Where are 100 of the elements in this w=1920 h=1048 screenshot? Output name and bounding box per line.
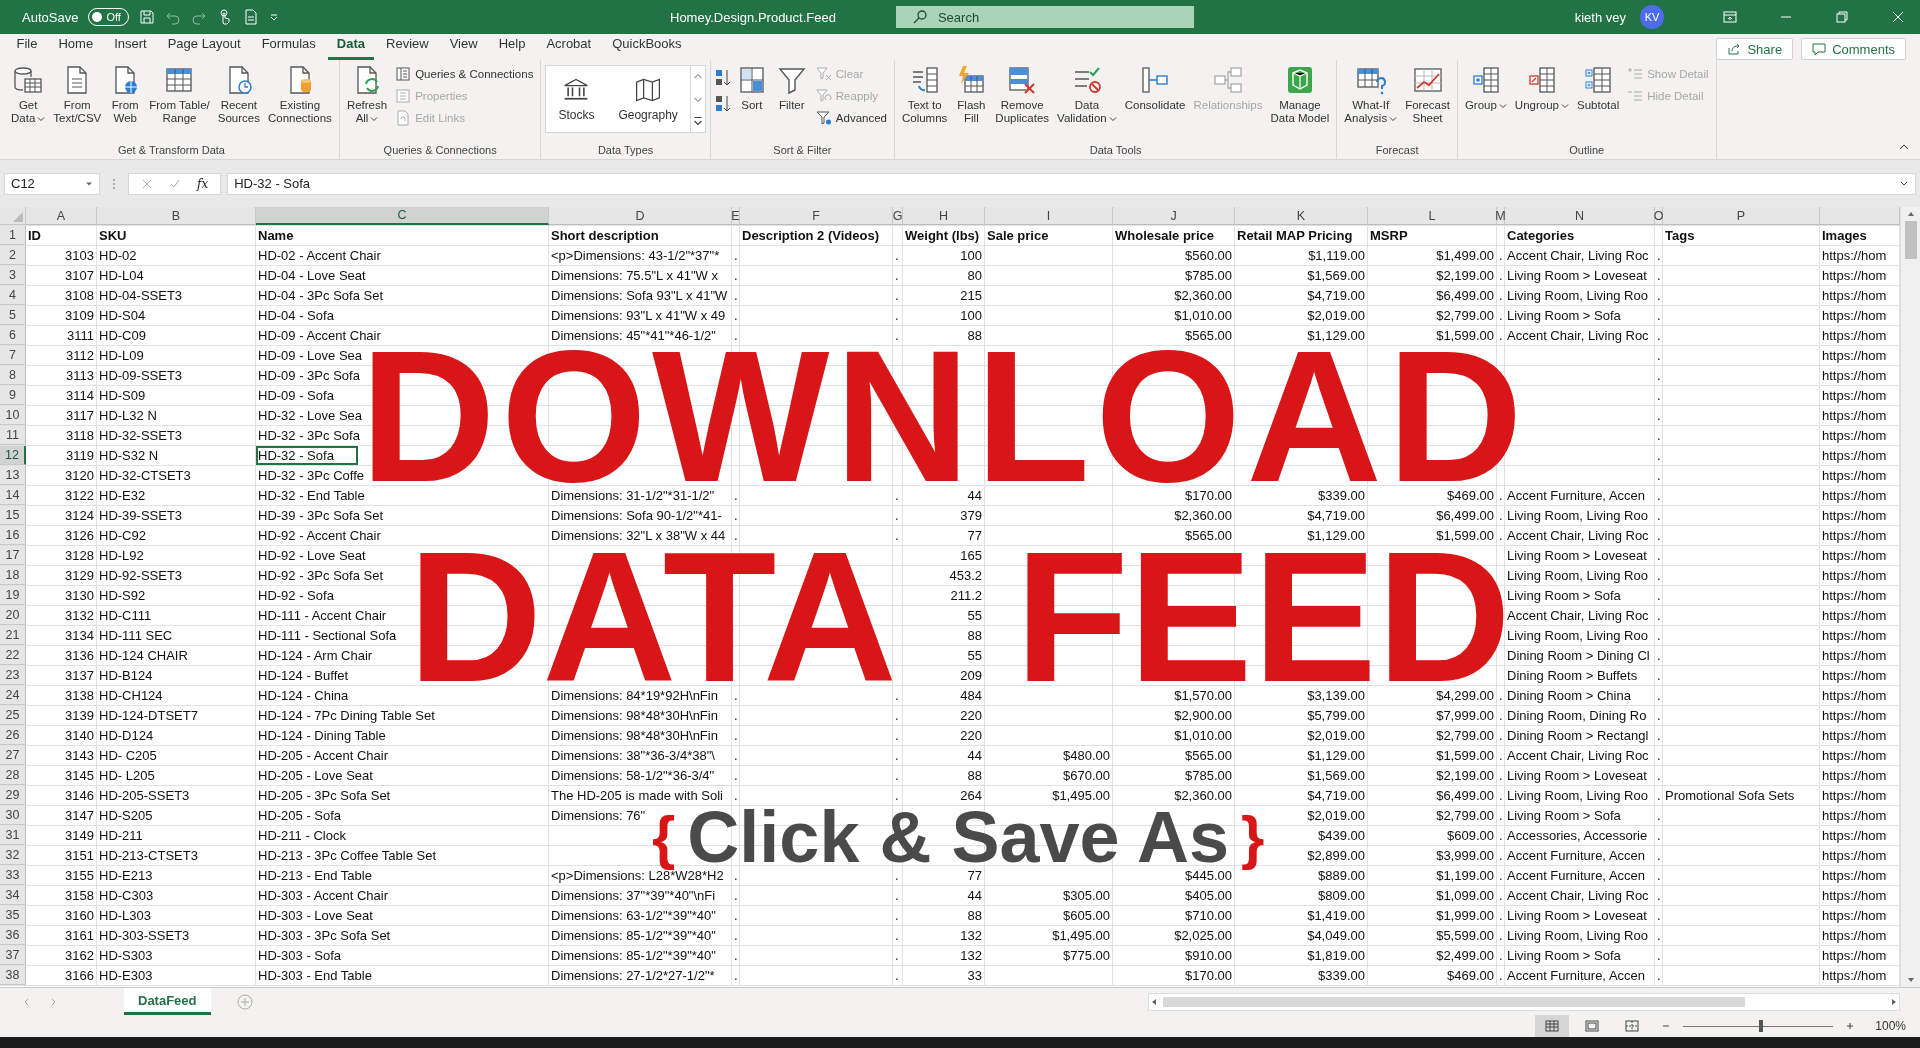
row-header[interactable]: 10 <box>0 406 26 425</box>
table-cell[interactable]: $560.00 <box>1185 248 1232 263</box>
table-cell[interactable]: $1,599.00 <box>1436 528 1494 543</box>
table-cell[interactable]: $2,199.00 <box>1436 268 1494 283</box>
ribbon-button[interactable]: What-If Analysis <box>1341 62 1401 127</box>
table-cell[interactable]: 3114 <box>66 388 94 403</box>
row-header[interactable]: 25 <box>0 706 26 725</box>
row-header[interactable]: 34 <box>0 886 26 905</box>
table-cell[interactable]: $2,360.00 <box>1174 508 1232 523</box>
table-cell[interactable]: Living Room > Loveseat <box>1507 768 1647 783</box>
table-cell[interactable]: $4,299.00 <box>1436 688 1494 703</box>
table-cell[interactable]: . <box>1499 868 1503 883</box>
table-cell[interactable]: HD-124 - Dining Table <box>258 728 386 743</box>
table-cell[interactable]: HD-92 - Sofa <box>258 588 334 603</box>
table-cell[interactable]: HD-303 - 3Pc Sofa Set <box>258 928 391 943</box>
table-cell[interactable]: Dimensions: 27-1/2*27-1/2"* <box>551 968 715 983</box>
table-cell[interactable]: HD-32 - Sofa <box>258 448 334 463</box>
table-cell[interactable]: HD-205 - Sofa <box>258 808 342 823</box>
table-cell[interactable]: 3128 <box>65 548 94 563</box>
table-cell[interactable]: 3112 <box>66 348 94 363</box>
table-cell[interactable]: Accent Chair, Living Roc <box>1507 888 1649 903</box>
table-cell[interactable]: . <box>1657 328 1661 343</box>
ribbon-button[interactable]: Ungroup <box>1511 62 1572 114</box>
table-cell[interactable]: . <box>1657 688 1661 703</box>
table-cell[interactable]: . <box>895 688 899 703</box>
table-cell[interactable]: 88 <box>967 768 982 783</box>
table-cell[interactable]: . <box>1499 968 1503 983</box>
table-cell[interactable]: $469.00 <box>1447 968 1494 983</box>
ribbon-button[interactable]: Remove Duplicates <box>992 62 1053 127</box>
table-cell[interactable]: 33 <box>967 968 982 983</box>
menu-tab[interactable]: Insert <box>105 32 156 60</box>
table-cell[interactable]: 88 <box>967 328 982 343</box>
table-cell[interactable]: . <box>1657 708 1661 723</box>
table-cell[interactable]: https://hom <box>1822 688 1887 703</box>
table-cell[interactable]: . <box>1657 828 1661 843</box>
table-cell[interactable]: $405.00 <box>1185 888 1232 903</box>
table-cell[interactable]: . <box>895 308 899 323</box>
table-cell[interactable]: $2,900.00 <box>1174 708 1232 723</box>
table-cell[interactable]: 3126 <box>65 528 94 543</box>
table-cell[interactable]: HD-213-CTSET3 <box>99 848 198 863</box>
table-cell[interactable]: https://hom <box>1822 648 1887 663</box>
row-header[interactable]: 1 <box>0 226 26 245</box>
table-cell[interactable]: . <box>1657 928 1661 943</box>
table-cell[interactable]: HD-09 - Love Sea <box>258 348 363 363</box>
table-cell[interactable]: $2,360.00 <box>1174 788 1232 803</box>
table-cell[interactable]: . <box>1499 828 1503 843</box>
table-cell[interactable]: Living Room > Loveseat <box>1507 268 1647 283</box>
table-cell[interactable]: HD-CH124 <box>99 688 163 703</box>
column-header[interactable]: F <box>740 207 893 225</box>
table-cell[interactable]: . <box>1657 448 1661 463</box>
table-cell[interactable]: . <box>734 248 738 263</box>
table-cell[interactable]: https://hom <box>1822 748 1887 763</box>
table-cell[interactable]: 3145 <box>65 768 94 783</box>
column-header[interactable]: P <box>1663 207 1820 225</box>
table-cell[interactable]: 132 <box>960 928 982 943</box>
table-cell[interactable]: HD-C303 <box>99 888 154 903</box>
row-header[interactable]: 33 <box>0 866 26 885</box>
row-header[interactable]: 9 <box>0 386 26 405</box>
table-cell[interactable]: $3,139.00 <box>1307 688 1365 703</box>
table-cell[interactable]: HD-124 - Arm Chair <box>258 648 373 663</box>
row-header[interactable]: 35 <box>0 906 26 925</box>
table-cell[interactable]: HD-04-SSET3 <box>99 288 183 303</box>
row-header[interactable]: 31 <box>0 826 26 845</box>
table-cell[interactable]: Living Room, Living Roo <box>1507 568 1648 583</box>
table-cell[interactable]: https://hom <box>1822 468 1887 483</box>
user-name[interactable]: kieth vey <box>1574 9 1626 25</box>
table-cell[interactable]: HD-303 - Love Seat <box>258 908 373 923</box>
vertical-scrollbar[interactable] <box>1900 207 1920 987</box>
column-header[interactable]: J <box>1113 207 1235 225</box>
column-header[interactable]: N <box>1505 207 1655 225</box>
table-cell[interactable]: $1,199.00 <box>1436 868 1494 883</box>
ribbon-button[interactable]: From Text/CSV <box>50 62 105 127</box>
table-cell[interactable]: Dimensions: 31-1/2"*31-1/2" <box>551 488 715 503</box>
table-cell[interactable]: Accent Chair, Living Roc <box>1507 528 1649 543</box>
table-cell[interactable]: 165 <box>960 548 982 563</box>
ribbon-button[interactable]: Data Validation <box>1054 62 1120 127</box>
table-cell[interactable]: https://hom <box>1822 888 1887 903</box>
menu-tab[interactable]: View <box>441 32 487 60</box>
table-cell[interactable]: Living Room > Sofa <box>1507 308 1621 323</box>
row-header[interactable]: 18 <box>0 566 26 585</box>
table-cell[interactable]: https://hom <box>1822 728 1887 743</box>
table-cell[interactable]: 3122 <box>65 488 94 503</box>
table-cell[interactable]: https://hom <box>1822 708 1887 723</box>
table-cell[interactable]: . <box>734 748 738 763</box>
table-cell[interactable]: 3166 <box>65 968 94 983</box>
ribbon-button[interactable]: Filter <box>772 62 811 114</box>
table-cell[interactable]: . <box>1657 648 1661 663</box>
table-cell[interactable]: https://hom <box>1822 268 1887 283</box>
table-cell[interactable]: 3108 <box>65 288 94 303</box>
table-cell[interactable]: 3138 <box>65 688 94 703</box>
table-cell[interactable]: 3151 <box>65 848 94 863</box>
table-cell[interactable]: HD-04 - Sofa <box>258 308 334 323</box>
table-cell[interactable]: 3111 <box>67 328 94 343</box>
table-cell[interactable]: 3103 <box>65 248 94 263</box>
table-cell[interactable]: $2,899.00 <box>1307 848 1365 863</box>
table-cell[interactable]: https://hom <box>1822 528 1887 543</box>
document-icon[interactable] <box>242 9 259 25</box>
table-cell[interactable]: $1,119.00 <box>1308 248 1365 263</box>
table-cell[interactable]: Accessories, Accessorie <box>1507 828 1648 843</box>
row-header[interactable]: 29 <box>0 786 26 805</box>
